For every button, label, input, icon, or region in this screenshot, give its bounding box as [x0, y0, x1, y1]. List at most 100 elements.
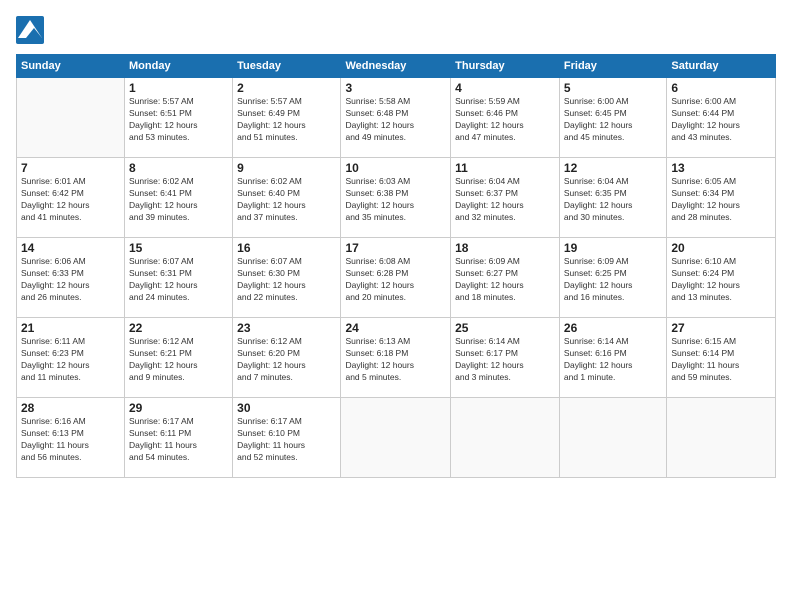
day-info: Sunrise: 6:11 AM Sunset: 6:23 PM Dayligh… [21, 336, 120, 384]
day-number: 8 [129, 161, 228, 175]
day-number: 12 [564, 161, 662, 175]
calendar-cell: 8Sunrise: 6:02 AM Sunset: 6:41 PM Daylig… [125, 158, 233, 238]
calendar-cell: 24Sunrise: 6:13 AM Sunset: 6:18 PM Dayli… [341, 318, 451, 398]
calendar-header-row: SundayMondayTuesdayWednesdayThursdayFrid… [17, 55, 776, 78]
day-info: Sunrise: 6:02 AM Sunset: 6:41 PM Dayligh… [129, 176, 228, 224]
day-info: Sunrise: 6:07 AM Sunset: 6:30 PM Dayligh… [237, 256, 336, 304]
day-number: 27 [671, 321, 771, 335]
day-number: 29 [129, 401, 228, 415]
calendar-cell: 19Sunrise: 6:09 AM Sunset: 6:25 PM Dayli… [559, 238, 666, 318]
day-number: 22 [129, 321, 228, 335]
calendar-week-row: 14Sunrise: 6:06 AM Sunset: 6:33 PM Dayli… [17, 238, 776, 318]
calendar-week-row: 7Sunrise: 6:01 AM Sunset: 6:42 PM Daylig… [17, 158, 776, 238]
day-number: 17 [345, 241, 446, 255]
day-number: 3 [345, 81, 446, 95]
day-number: 14 [21, 241, 120, 255]
day-info: Sunrise: 6:17 AM Sunset: 6:11 PM Dayligh… [129, 416, 228, 464]
day-info: Sunrise: 6:00 AM Sunset: 6:44 PM Dayligh… [671, 96, 771, 144]
calendar-cell: 30Sunrise: 6:17 AM Sunset: 6:10 PM Dayli… [233, 398, 341, 478]
calendar-cell: 14Sunrise: 6:06 AM Sunset: 6:33 PM Dayli… [17, 238, 125, 318]
day-info: Sunrise: 6:09 AM Sunset: 6:27 PM Dayligh… [455, 256, 555, 304]
day-info: Sunrise: 6:06 AM Sunset: 6:33 PM Dayligh… [21, 256, 120, 304]
day-number: 16 [237, 241, 336, 255]
calendar-cell: 29Sunrise: 6:17 AM Sunset: 6:11 PM Dayli… [125, 398, 233, 478]
day-number: 15 [129, 241, 228, 255]
calendar-cell: 12Sunrise: 6:04 AM Sunset: 6:35 PM Dayli… [559, 158, 666, 238]
day-number: 4 [455, 81, 555, 95]
calendar-cell: 25Sunrise: 6:14 AM Sunset: 6:17 PM Dayli… [451, 318, 560, 398]
day-number: 25 [455, 321, 555, 335]
calendar-cell: 1Sunrise: 5:57 AM Sunset: 6:51 PM Daylig… [125, 78, 233, 158]
day-number: 7 [21, 161, 120, 175]
day-info: Sunrise: 5:57 AM Sunset: 6:49 PM Dayligh… [237, 96, 336, 144]
day-info: Sunrise: 6:01 AM Sunset: 6:42 PM Dayligh… [21, 176, 120, 224]
day-number: 18 [455, 241, 555, 255]
calendar-cell [667, 398, 776, 478]
day-info: Sunrise: 6:14 AM Sunset: 6:17 PM Dayligh… [455, 336, 555, 384]
header [16, 16, 776, 44]
calendar-table: SundayMondayTuesdayWednesdayThursdayFrid… [16, 54, 776, 478]
day-number: 21 [21, 321, 120, 335]
day-info: Sunrise: 6:04 AM Sunset: 6:35 PM Dayligh… [564, 176, 662, 224]
calendar-week-row: 1Sunrise: 5:57 AM Sunset: 6:51 PM Daylig… [17, 78, 776, 158]
day-number: 11 [455, 161, 555, 175]
day-info: Sunrise: 6:09 AM Sunset: 6:25 PM Dayligh… [564, 256, 662, 304]
day-info: Sunrise: 6:12 AM Sunset: 6:20 PM Dayligh… [237, 336, 336, 384]
page: SundayMondayTuesdayWednesdayThursdayFrid… [0, 0, 792, 612]
calendar-cell: 11Sunrise: 6:04 AM Sunset: 6:37 PM Dayli… [451, 158, 560, 238]
calendar-cell: 6Sunrise: 6:00 AM Sunset: 6:44 PM Daylig… [667, 78, 776, 158]
calendar-cell [559, 398, 666, 478]
day-info: Sunrise: 6:13 AM Sunset: 6:18 PM Dayligh… [345, 336, 446, 384]
calendar-cell: 13Sunrise: 6:05 AM Sunset: 6:34 PM Dayli… [667, 158, 776, 238]
day-info: Sunrise: 6:07 AM Sunset: 6:31 PM Dayligh… [129, 256, 228, 304]
day-info: Sunrise: 6:14 AM Sunset: 6:16 PM Dayligh… [564, 336, 662, 384]
day-number: 30 [237, 401, 336, 415]
day-number: 2 [237, 81, 336, 95]
weekday-header: Thursday [451, 55, 560, 78]
day-number: 20 [671, 241, 771, 255]
day-info: Sunrise: 5:58 AM Sunset: 6:48 PM Dayligh… [345, 96, 446, 144]
day-info: Sunrise: 6:00 AM Sunset: 6:45 PM Dayligh… [564, 96, 662, 144]
calendar-cell: 15Sunrise: 6:07 AM Sunset: 6:31 PM Dayli… [125, 238, 233, 318]
calendar-week-row: 28Sunrise: 6:16 AM Sunset: 6:13 PM Dayli… [17, 398, 776, 478]
day-info: Sunrise: 6:15 AM Sunset: 6:14 PM Dayligh… [671, 336, 771, 384]
day-info: Sunrise: 6:02 AM Sunset: 6:40 PM Dayligh… [237, 176, 336, 224]
calendar-cell: 9Sunrise: 6:02 AM Sunset: 6:40 PM Daylig… [233, 158, 341, 238]
calendar-cell [341, 398, 451, 478]
weekday-header: Tuesday [233, 55, 341, 78]
day-number: 1 [129, 81, 228, 95]
calendar-cell: 22Sunrise: 6:12 AM Sunset: 6:21 PM Dayli… [125, 318, 233, 398]
day-info: Sunrise: 6:04 AM Sunset: 6:37 PM Dayligh… [455, 176, 555, 224]
logo [16, 16, 46, 44]
day-number: 9 [237, 161, 336, 175]
calendar-cell [17, 78, 125, 158]
day-info: Sunrise: 6:10 AM Sunset: 6:24 PM Dayligh… [671, 256, 771, 304]
calendar-cell: 21Sunrise: 6:11 AM Sunset: 6:23 PM Dayli… [17, 318, 125, 398]
calendar-cell: 10Sunrise: 6:03 AM Sunset: 6:38 PM Dayli… [341, 158, 451, 238]
calendar-cell: 17Sunrise: 6:08 AM Sunset: 6:28 PM Dayli… [341, 238, 451, 318]
day-info: Sunrise: 6:16 AM Sunset: 6:13 PM Dayligh… [21, 416, 120, 464]
calendar-cell: 7Sunrise: 6:01 AM Sunset: 6:42 PM Daylig… [17, 158, 125, 238]
calendar-cell: 18Sunrise: 6:09 AM Sunset: 6:27 PM Dayli… [451, 238, 560, 318]
calendar-cell: 4Sunrise: 5:59 AM Sunset: 6:46 PM Daylig… [451, 78, 560, 158]
calendar-cell: 3Sunrise: 5:58 AM Sunset: 6:48 PM Daylig… [341, 78, 451, 158]
weekday-header: Saturday [667, 55, 776, 78]
calendar-cell: 26Sunrise: 6:14 AM Sunset: 6:16 PM Dayli… [559, 318, 666, 398]
day-number: 5 [564, 81, 662, 95]
day-number: 19 [564, 241, 662, 255]
day-number: 26 [564, 321, 662, 335]
weekday-header: Wednesday [341, 55, 451, 78]
day-info: Sunrise: 6:08 AM Sunset: 6:28 PM Dayligh… [345, 256, 446, 304]
day-info: Sunrise: 5:59 AM Sunset: 6:46 PM Dayligh… [455, 96, 555, 144]
day-info: Sunrise: 5:57 AM Sunset: 6:51 PM Dayligh… [129, 96, 228, 144]
day-number: 10 [345, 161, 446, 175]
calendar-cell: 16Sunrise: 6:07 AM Sunset: 6:30 PM Dayli… [233, 238, 341, 318]
calendar-cell [451, 398, 560, 478]
weekday-header: Sunday [17, 55, 125, 78]
weekday-header: Monday [125, 55, 233, 78]
day-info: Sunrise: 6:12 AM Sunset: 6:21 PM Dayligh… [129, 336, 228, 384]
calendar-cell: 5Sunrise: 6:00 AM Sunset: 6:45 PM Daylig… [559, 78, 666, 158]
logo-icon [16, 16, 44, 44]
calendar-cell: 2Sunrise: 5:57 AM Sunset: 6:49 PM Daylig… [233, 78, 341, 158]
day-number: 23 [237, 321, 336, 335]
